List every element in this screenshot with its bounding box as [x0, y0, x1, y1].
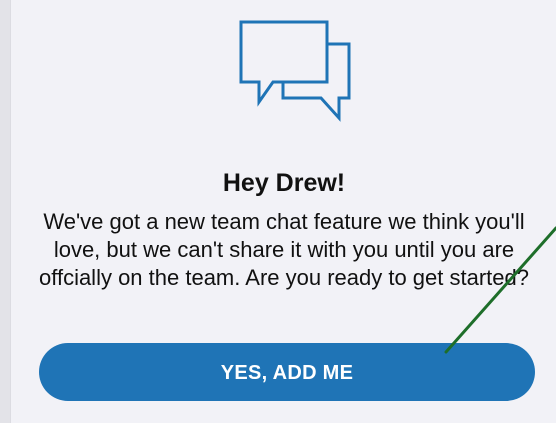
greeting-title: Hey Drew! [222, 169, 346, 197]
yes-add-me-button[interactable]: YES, ADD ME [39, 343, 535, 401]
invite-card: Hey Drew! We've got a new team chat feat… [10, 0, 556, 423]
greeting-message: We've got a new team chat feature we thi… [39, 209, 529, 290]
chat-bubbles-icon [239, 20, 351, 122]
